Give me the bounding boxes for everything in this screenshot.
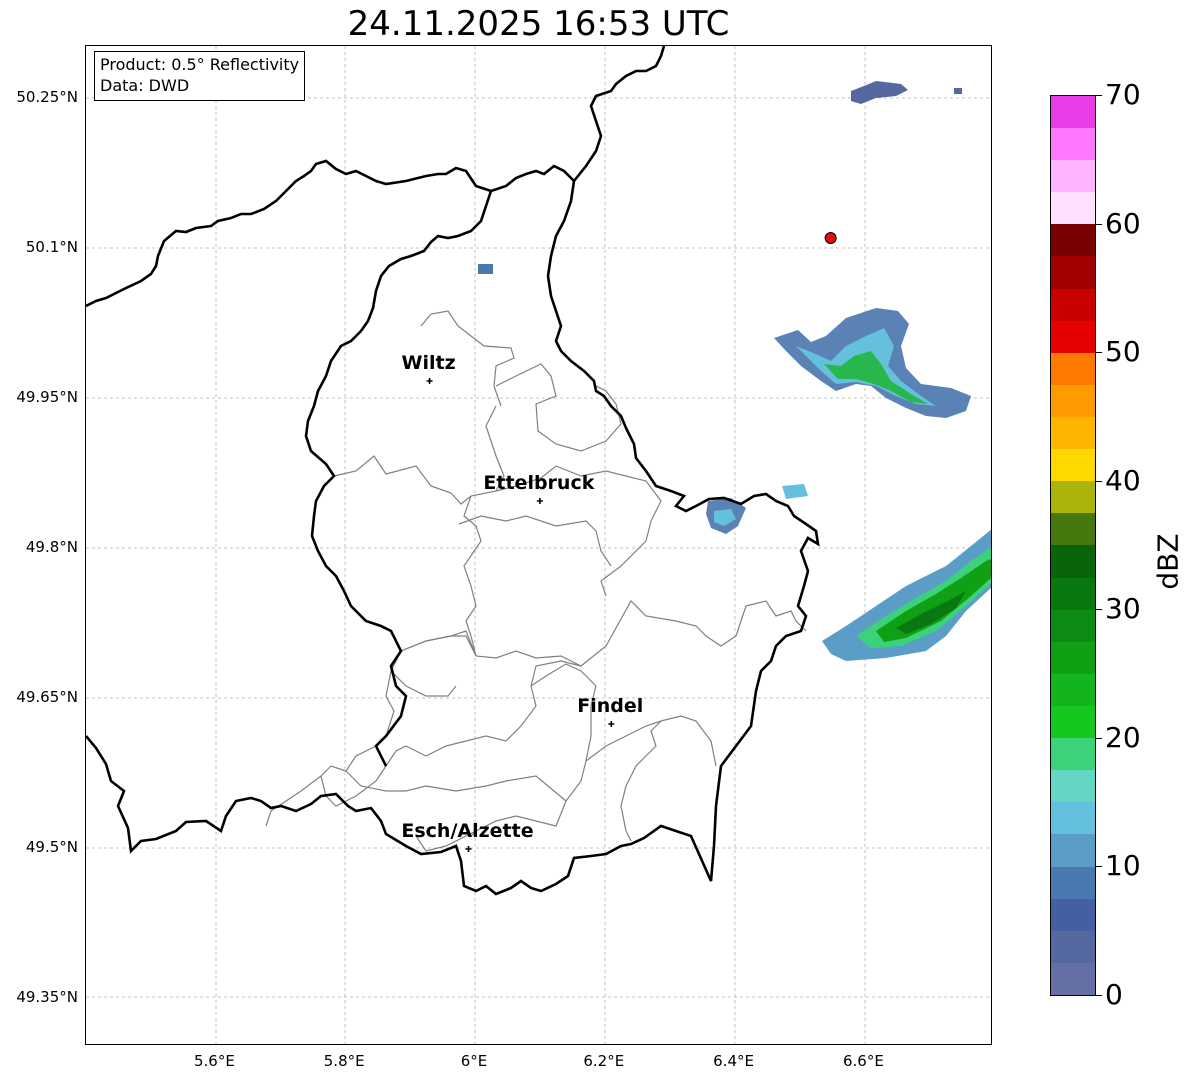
product-label: Product: 0.5° Reflectivity [100, 55, 300, 74]
echo-cell-small [954, 88, 962, 94]
colorbar-tick [1096, 866, 1102, 868]
colorbar-tick [1096, 480, 1102, 482]
colorbar-segment [1051, 609, 1095, 642]
colorbar-tick [1096, 223, 1102, 225]
city-marker [465, 846, 472, 852]
lon-tick-label: 5.6°E [193, 1052, 235, 1070]
colorbar-unit-label: dBZ [1151, 533, 1184, 590]
colorbar-segment [1051, 96, 1095, 129]
colorbar-tick [1096, 737, 1102, 739]
colorbar-segment [1051, 545, 1095, 578]
city-label: Esch/Alzette [401, 820, 534, 842]
map-title: 24.11.2025 16:53 UTC [347, 4, 730, 44]
district-boundaries [265, 310, 807, 852]
colorbar-tick-label: 20 [1105, 720, 1141, 754]
colorbar-tick [1096, 995, 1102, 996]
echo-cell-isolated [478, 264, 493, 274]
info-box: Product: 0.5° Reflectivity Data: DWD [94, 51, 306, 101]
colorbar-tick [1096, 609, 1102, 611]
colorbar-segment [1051, 320, 1095, 353]
colorbar-segment [1051, 802, 1095, 835]
colorbar-segment [1051, 930, 1095, 963]
colorbar-tick [1096, 352, 1102, 354]
lat-tick-label: 49.65°N [16, 688, 78, 706]
colorbar-tick-label: 0 [1105, 978, 1123, 1011]
colorbar-segment [1051, 834, 1095, 867]
radar-site-marker [824, 232, 837, 244]
colorbar-segment [1051, 352, 1095, 385]
colorbar [1050, 95, 1096, 996]
colorbar-segment [1051, 288, 1095, 321]
colorbar-segment [1051, 192, 1095, 225]
lat-tick-label: 49.35°N [16, 988, 78, 1006]
map-canvas [86, 46, 991, 1044]
colorbar-segment [1051, 577, 1095, 610]
colorbar-segment [1051, 224, 1095, 257]
lat-tick-label: 49.95°N [16, 388, 78, 406]
colorbar-segment [1051, 770, 1095, 803]
colorbar-segment [1051, 417, 1095, 450]
lat-tick-label: 50.1°N [25, 238, 78, 256]
lon-tick-label: 6.4°E [713, 1052, 755, 1070]
colorbar-segment [1051, 962, 1095, 995]
colorbar-segment [1051, 513, 1095, 546]
radar-site-dot [824, 232, 837, 244]
lat-tick-label: 49.5°N [25, 838, 78, 856]
echo-band-east-mid [856, 547, 991, 648]
colorbar-segment [1051, 673, 1095, 707]
colorbar-segment [1051, 706, 1095, 739]
radar-map[interactable] [85, 45, 992, 1045]
colorbar-tick-label: 10 [1105, 849, 1141, 883]
colorbar-segment [1051, 256, 1095, 289]
lon-tick-label: 5.8°E [323, 1052, 365, 1070]
echo-cell-ne [851, 81, 908, 104]
colorbar-segment [1051, 866, 1095, 899]
city-marker [426, 378, 433, 384]
data-source-label: Data: DWD [100, 76, 190, 95]
national-border [86, 46, 820, 896]
colorbar-segment [1051, 160, 1095, 193]
city-marker [536, 498, 543, 504]
lat-tick-label: 49.8°N [25, 538, 78, 556]
colorbar-segment [1051, 384, 1095, 418]
graticule [86, 46, 991, 1044]
colorbar-tick [1096, 95, 1102, 96]
colorbar-segment [1051, 738, 1095, 771]
colorbar-segment [1051, 449, 1095, 482]
city-label: Ettelbruck [483, 472, 595, 494]
colorbar-tick-label: 50 [1105, 335, 1141, 369]
colorbar-tick-label: 30 [1105, 592, 1141, 626]
lon-tick-label: 6°E [460, 1052, 488, 1070]
colorbar-tick-label: 70 [1105, 78, 1141, 111]
city-label: Findel [577, 695, 644, 717]
echo-cell-mid-2 [782, 484, 808, 499]
colorbar-segment [1051, 898, 1095, 931]
colorbar-tick-label: 40 [1105, 463, 1141, 497]
city-marker [608, 721, 615, 727]
lon-tick-label: 6.2°E [583, 1052, 625, 1070]
city-label: Wiltz [401, 352, 456, 374]
colorbar-segment [1051, 641, 1095, 674]
lat-tick-label: 50.25°N [16, 88, 78, 106]
lon-tick-label: 6.6°E [842, 1052, 884, 1070]
colorbar-segment [1051, 481, 1095, 514]
colorbar-segment [1051, 128, 1095, 161]
colorbar-tick-label: 60 [1105, 206, 1141, 240]
